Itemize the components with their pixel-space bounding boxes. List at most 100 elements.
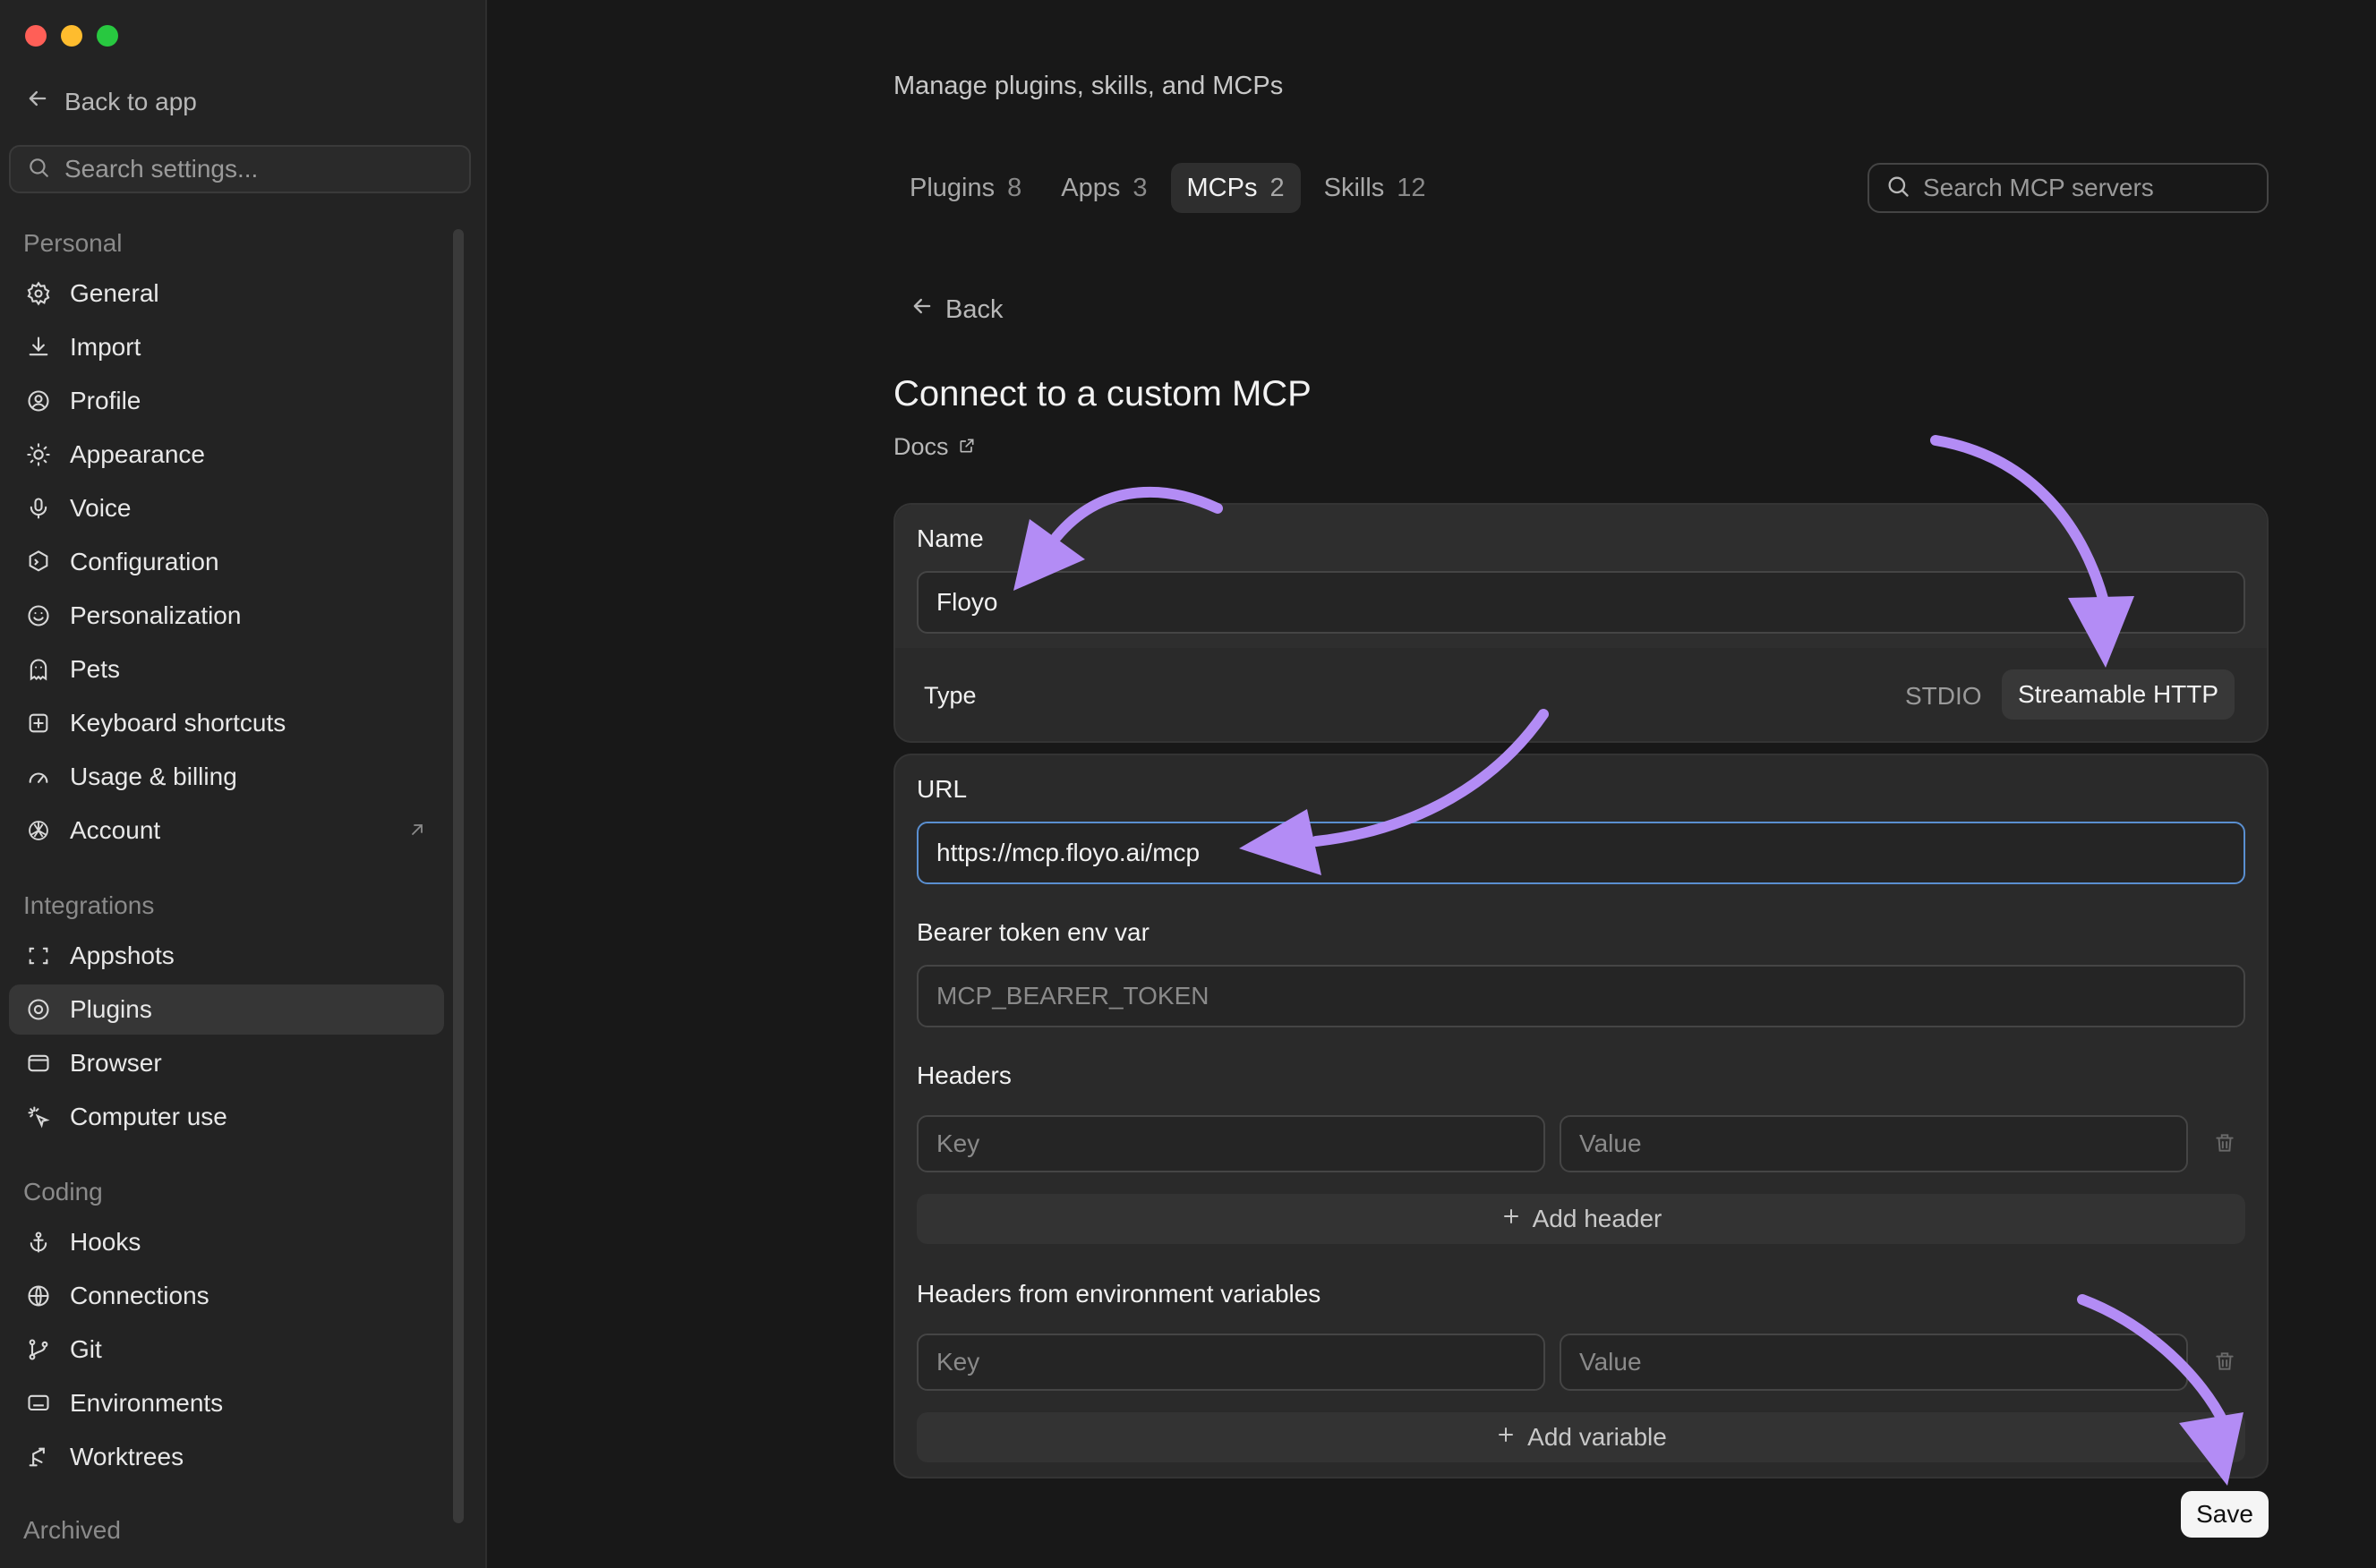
sidebar-item-git[interactable]: Git bbox=[9, 1325, 444, 1375]
sidebar-item-hooks[interactable]: Hooks bbox=[9, 1217, 444, 1267]
zoom-window-button[interactable] bbox=[97, 25, 118, 47]
section-personal: Personal bbox=[23, 229, 123, 257]
sidebar-item-keyboard-shortcuts[interactable]: Keyboard shortcuts bbox=[9, 698, 444, 748]
sidebar-item-usage-billing[interactable]: Usage & billing bbox=[9, 752, 444, 802]
download-icon bbox=[25, 334, 52, 361]
sidebar-item-appshots[interactable]: Appshots bbox=[9, 931, 444, 981]
sidebar-item-label: Voice bbox=[70, 494, 132, 522]
cursor-click-icon bbox=[25, 1104, 52, 1130]
bearer-token-input[interactable] bbox=[917, 965, 2245, 1027]
monitor-icon bbox=[25, 1390, 52, 1417]
mcp-search[interactable] bbox=[1867, 163, 2269, 213]
back-link[interactable]: Back bbox=[910, 294, 1003, 326]
url-label: URL bbox=[917, 775, 968, 803]
docs-label: Docs bbox=[893, 433, 949, 460]
add-variable-button[interactable]: Add variable bbox=[917, 1412, 2245, 1462]
section-integrations: Integrations bbox=[23, 891, 155, 919]
sidebar-item-label: Configuration bbox=[70, 548, 219, 575]
microphone-icon bbox=[25, 495, 52, 522]
sidebar-item-computer-use[interactable]: Computer use bbox=[9, 1092, 444, 1142]
git-branch-icon bbox=[25, 1336, 52, 1363]
sidebar-item-environments[interactable]: Environments bbox=[9, 1378, 444, 1428]
url-input[interactable] bbox=[917, 822, 2245, 884]
header-value-input[interactable] bbox=[1560, 1115, 2188, 1172]
sidebar-item-personalization[interactable]: Personalization bbox=[9, 591, 444, 641]
sidebar-item-label: Hooks bbox=[70, 1228, 141, 1256]
tab-count: 2 bbox=[1269, 173, 1285, 202]
sidebar-item-label: Appshots bbox=[70, 942, 175, 969]
arrow-left-icon bbox=[25, 86, 50, 117]
env-header-value-input[interactable] bbox=[1560, 1334, 2188, 1391]
settings-search-input[interactable] bbox=[63, 154, 460, 184]
sidebar-item-label: Account bbox=[70, 816, 161, 844]
type-label: Type bbox=[924, 682, 977, 709]
sidebar-item-voice[interactable]: Voice bbox=[9, 483, 444, 533]
anchor-icon bbox=[25, 1229, 52, 1256]
sidebar-item-general[interactable]: General bbox=[9, 268, 444, 319]
search-icon bbox=[1885, 174, 1910, 203]
delete-header-trash-icon[interactable] bbox=[2213, 1131, 2236, 1159]
sidebar-item-label: Personalization bbox=[70, 601, 242, 629]
add-header-button[interactable]: Add header bbox=[917, 1194, 2245, 1244]
sidebar-item-label: Computer use bbox=[70, 1103, 227, 1130]
tab-count: 3 bbox=[1132, 173, 1148, 202]
user-circle-icon bbox=[25, 388, 52, 414]
sidebar-item-label: Import bbox=[70, 333, 141, 361]
headers-label: Headers bbox=[917, 1061, 1012, 1089]
tab-label: Skills bbox=[1323, 173, 1385, 202]
arrow-left-icon bbox=[910, 294, 935, 326]
sidebar-item-plugins[interactable]: Plugins bbox=[9, 984, 444, 1035]
sidebar-item-browser[interactable]: Browser bbox=[9, 1038, 444, 1088]
settings-search[interactable] bbox=[9, 145, 471, 193]
header-key-input[interactable] bbox=[917, 1115, 1545, 1172]
sidebar: Back to app Personal General Import Prof… bbox=[0, 0, 487, 1568]
name-input[interactable] bbox=[917, 571, 2245, 634]
docs-link[interactable]: Docs bbox=[893, 433, 976, 461]
sidebar-item-label: Browser bbox=[70, 1049, 162, 1077]
plus-icon bbox=[1500, 1205, 1522, 1233]
tab-apps[interactable]: Apps 3 bbox=[1045, 163, 1163, 213]
sidebar-item-connections[interactable]: Connections bbox=[9, 1271, 444, 1321]
sidebar-item-label: General bbox=[70, 279, 159, 307]
tab-label: Plugins bbox=[910, 173, 996, 202]
config-icon bbox=[25, 549, 52, 575]
sidebar-item-profile[interactable]: Profile bbox=[9, 376, 444, 426]
sidebar-scrollbar[interactable] bbox=[453, 229, 464, 1523]
tab-bar: Plugins 8 Apps 3 MCPs 2 Skills 12 bbox=[893, 163, 1442, 213]
env-header-key-input[interactable] bbox=[917, 1334, 1545, 1391]
sidebar-item-configuration[interactable]: Configuration bbox=[9, 537, 444, 587]
sidebar-item-label: Pets bbox=[70, 655, 121, 683]
sun-icon bbox=[25, 441, 52, 468]
openai-logo-icon bbox=[25, 817, 52, 844]
mcp-search-input[interactable] bbox=[1921, 173, 2265, 203]
type-option-streamable-http[interactable]: Streamable HTTP bbox=[2002, 669, 2235, 720]
delete-env-header-trash-icon[interactable] bbox=[2213, 1350, 2236, 1377]
minimize-window-button[interactable] bbox=[61, 25, 82, 47]
save-button[interactable]: Save bbox=[2181, 1491, 2269, 1538]
sidebar-item-label: Appearance bbox=[70, 440, 206, 468]
sidebar-item-appearance[interactable]: Appearance bbox=[9, 430, 444, 480]
sidebar-item-label: Plugins bbox=[70, 995, 152, 1023]
type-option-stdio[interactable]: STDIO bbox=[1905, 682, 1982, 711]
plus-icon bbox=[1495, 1423, 1517, 1452]
search-icon bbox=[27, 156, 50, 183]
back-label: Back bbox=[945, 294, 1004, 324]
tab-plugins[interactable]: Plugins 8 bbox=[893, 163, 1038, 213]
tab-mcps[interactable]: MCPs 2 bbox=[1170, 163, 1301, 213]
back-to-app-label: Back to app bbox=[64, 87, 197, 115]
sidebar-item-import[interactable]: Import bbox=[9, 322, 444, 372]
sidebar-item-account[interactable]: Account bbox=[9, 805, 444, 856]
sidebar-item-pets[interactable]: Pets bbox=[9, 644, 444, 695]
sidebar-item-worktrees[interactable]: Worktrees bbox=[9, 1432, 444, 1482]
section-coding: Coding bbox=[23, 1178, 103, 1206]
name-label: Name bbox=[917, 524, 984, 552]
tab-count: 12 bbox=[1397, 173, 1426, 202]
sidebar-item-label: Environments bbox=[70, 1389, 224, 1417]
close-window-button[interactable] bbox=[25, 25, 47, 47]
back-to-app-link[interactable]: Back to app bbox=[25, 86, 197, 117]
page-subtitle: Manage plugins, skills, and MCPs bbox=[893, 72, 1284, 100]
section-archived: Archived bbox=[23, 1516, 121, 1544]
screenshot-frame-icon bbox=[25, 942, 52, 969]
tab-skills[interactable]: Skills 12 bbox=[1308, 163, 1442, 213]
sidebar-item-label: Connections bbox=[70, 1282, 209, 1309]
